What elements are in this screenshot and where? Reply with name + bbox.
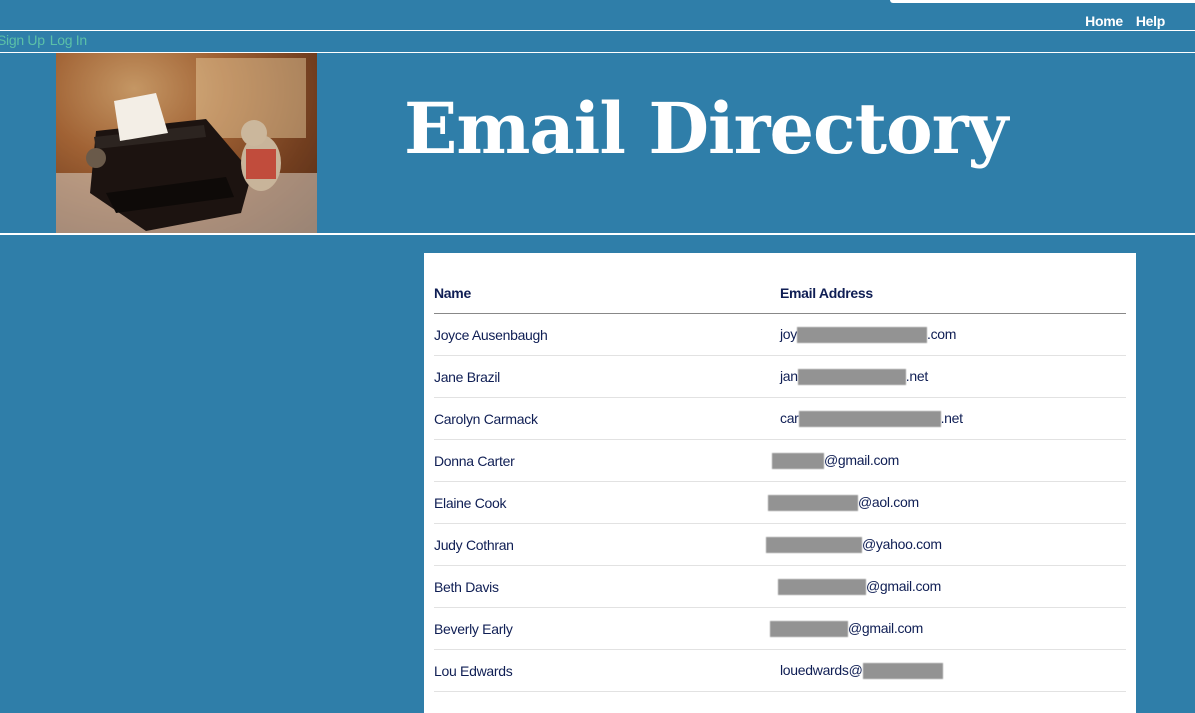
- contact-name: Elaine Cook: [434, 481, 780, 524]
- table-row: Elaine Cook @aol.com: [434, 481, 1126, 524]
- redaction-block: [797, 369, 906, 386]
- contact-email: @gmail.com: [770, 607, 1126, 650]
- table-row: Donna Carter @gmail.com: [434, 439, 1126, 482]
- email-suffix: @gmail.com: [848, 619, 924, 636]
- top-edge-bar: [890, 0, 1195, 3]
- table-row: Carolyn Carmack car .net: [434, 397, 1126, 440]
- directory-panel: Name Email Address Joyce Ausenbaugh joy.…: [424, 253, 1136, 713]
- redaction-block: [766, 537, 862, 554]
- email-suffix: @aol.com: [858, 493, 919, 510]
- top-nav: Home Help: [1085, 13, 1165, 29]
- table-row: Jane Brazil jan .net: [434, 355, 1126, 398]
- contact-email: @yahoo.com: [766, 523, 1126, 566]
- email-prefix: joy: [780, 325, 797, 342]
- redaction-block: [778, 579, 866, 596]
- signup-link[interactable]: Sign Up: [0, 32, 45, 48]
- table-header-row: Name Email Address: [434, 273, 1126, 314]
- contact-email: @aol.com: [768, 481, 1126, 524]
- table-row: Lou Edwards louedwards@: [434, 649, 1126, 692]
- redaction-block: [768, 495, 858, 512]
- table-row: Beth Davis @gmail.com: [434, 565, 1126, 608]
- typewriter-photo: [56, 53, 317, 233]
- email-suffix: .com: [927, 325, 957, 342]
- contact-name: Carolyn Carmack: [434, 397, 780, 440]
- contact-name: Joyce Ausenbaugh: [434, 313, 780, 356]
- nav-home-link[interactable]: Home: [1085, 13, 1123, 29]
- table-row: Beverly Early @gmail.com: [434, 607, 1126, 650]
- email-prefix: louedwards@: [780, 661, 863, 678]
- contact-name: Beverly Early: [434, 607, 780, 650]
- redaction-block: [798, 411, 941, 428]
- email-suffix: @gmail.com: [866, 577, 942, 594]
- redaction-block: [772, 453, 824, 470]
- contact-email: @gmail.com: [778, 565, 1126, 608]
- contact-email: @gmail.com: [772, 439, 1126, 482]
- email-suffix: @yahoo.com: [862, 535, 942, 552]
- auth-links: Sign Up Log In: [0, 32, 87, 48]
- contact-email: joy .com: [780, 313, 1126, 356]
- table-row: Joyce Ausenbaugh joy .com: [434, 313, 1126, 356]
- page-title: Email Directory: [404, 87, 1008, 170]
- nav-help-link[interactable]: Help: [1136, 13, 1165, 29]
- redaction-block: [770, 621, 848, 638]
- login-link[interactable]: Log In: [50, 32, 87, 48]
- redaction-block: [862, 663, 943, 680]
- email-prefix: jan: [780, 367, 798, 384]
- contact-email: car .net: [780, 397, 1126, 440]
- contact-email: louedwards@: [780, 649, 1126, 692]
- contact-name: Beth Davis: [434, 565, 780, 608]
- email-suffix: .net: [905, 367, 928, 384]
- contact-name: Lou Edwards: [434, 649, 780, 692]
- nav-divider: [0, 30, 1195, 31]
- typewriter-illustration: [56, 53, 317, 233]
- contact-name: Judy Cothran: [434, 523, 780, 566]
- table-row: Judy Cothran @yahoo.com: [434, 523, 1126, 566]
- contact-name: Jane Brazil: [434, 355, 780, 398]
- email-suffix: .net: [940, 409, 963, 426]
- contact-email: jan .net: [780, 355, 1126, 398]
- column-header-name: Name: [434, 273, 780, 314]
- redaction-block: [797, 327, 927, 344]
- email-suffix: @gmail.com: [824, 451, 900, 468]
- contact-name: Donna Carter: [434, 439, 780, 482]
- email-prefix: car: [780, 409, 799, 426]
- email-directory-table: Name Email Address Joyce Ausenbaugh joy.…: [434, 273, 1126, 692]
- column-header-email: Email Address: [780, 273, 1126, 314]
- header-bottom-divider: [0, 233, 1195, 235]
